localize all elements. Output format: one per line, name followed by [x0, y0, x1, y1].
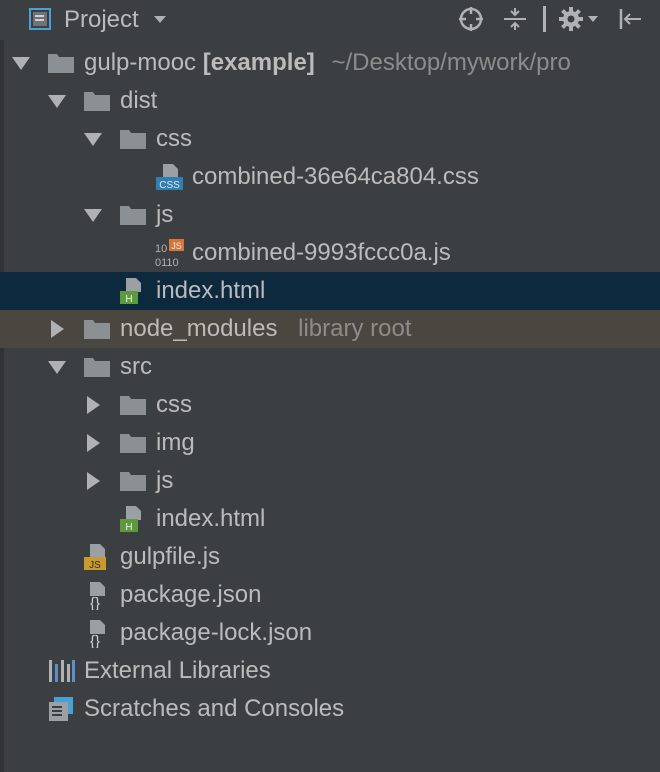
css-file-icon: CSS: [156, 164, 183, 191]
tree-node-root[interactable]: gulp-mooc [example] ~/Desktop/mywork/pro: [0, 44, 660, 82]
expand-arrow-icon[interactable]: [46, 90, 68, 112]
svg-text:CSS: CSS: [159, 180, 180, 191]
expand-arrow-icon[interactable]: [82, 470, 104, 492]
folder-icon: [118, 124, 148, 154]
tree-node-src[interactable]: src: [0, 348, 660, 386]
tree-node-label: gulp-mooc [example] ~/Desktop/mywork/pro: [84, 49, 571, 77]
collapse-all-icon[interactable]: [500, 4, 530, 34]
tree-node-external-libraries[interactable]: External Libraries: [0, 652, 660, 690]
tree-node-label: Scratches and Consoles: [84, 695, 345, 722]
project-view-icon: [28, 7, 54, 38]
tree-node-dist-css[interactable]: css: [0, 120, 660, 158]
minified-js-file-icon: 10 0110 JS: [155, 239, 184, 268]
hide-panel-icon[interactable]: [614, 4, 644, 34]
folder-icon: [118, 466, 148, 496]
expand-arrow-icon[interactable]: [82, 204, 104, 226]
html-file-icon: H: [120, 278, 141, 305]
svg-text:H: H: [125, 522, 132, 533]
tree-node-css-file[interactable]: CSS combined-36e64ca804.css: [0, 158, 660, 196]
library-root-hint: library root: [298, 315, 412, 342]
tree-node-label: package-lock.json: [120, 619, 313, 646]
tree-node-dist[interactable]: dist: [0, 82, 660, 120]
expand-arrow-icon[interactable]: [82, 394, 104, 416]
svg-text:H: H: [125, 294, 132, 305]
expand-arrow-icon[interactable]: [46, 318, 68, 340]
tree-node-dist-js[interactable]: js: [0, 196, 660, 234]
folder-icon: [118, 200, 148, 230]
svg-text:0110: 0110: [155, 257, 179, 268]
folder-icon: [82, 86, 112, 116]
toolbar-separator: [542, 4, 546, 34]
tree-node-package-json[interactable]: {} package.json: [0, 576, 660, 614]
project-view-selector[interactable]: Project: [28, 4, 167, 36]
tree-node-label: External Libraries: [84, 657, 271, 684]
dropdown-caret-icon: [153, 11, 167, 29]
folder-icon: [82, 352, 112, 382]
tree-node-dist-index[interactable]: H index.html: [0, 272, 660, 310]
tree-node-package-lock-json[interactable]: {} package-lock.json: [0, 614, 660, 652]
tree-node-label: js: [156, 201, 174, 228]
module-name: [example]: [202, 49, 315, 76]
tree-node-scratches[interactable]: Scratches and Consoles: [0, 690, 660, 728]
expand-arrow-icon[interactable]: [46, 356, 68, 378]
tree-node-js-file[interactable]: 10 0110 JS combined-9993fccc0a.js: [0, 234, 660, 272]
js-file-icon: JS: [84, 544, 106, 571]
tree-node-label: img: [156, 429, 195, 456]
project-toolbar: Project: [0, 0, 660, 40]
library-icon: [49, 660, 75, 682]
tree-node-label: node_modules library root: [120, 315, 412, 343]
svg-text:JS: JS: [171, 241, 182, 251]
expand-arrow-icon[interactable]: [82, 432, 104, 454]
json-file-icon: {}: [90, 582, 105, 610]
folder-icon: [82, 314, 112, 344]
json-file-icon: {}: [90, 620, 105, 648]
folder-icon: [118, 390, 148, 420]
tree-node-gulpfile[interactable]: JS gulpfile.js: [0, 538, 660, 576]
svg-text:{}: {}: [90, 633, 100, 648]
tree-node-label: dist: [120, 87, 158, 114]
svg-text:{}: {}: [90, 595, 100, 610]
tree-node-label: combined-9993fccc0a.js: [192, 239, 451, 266]
tree-node-label: css: [156, 391, 192, 418]
root-path: ~/Desktop/mywork/pro: [331, 49, 571, 76]
tree-node-src-js[interactable]: js: [0, 462, 660, 500]
gear-icon[interactable]: [558, 4, 602, 34]
svg-text:JS: JS: [89, 560, 101, 571]
folder-icon: [46, 48, 76, 78]
tree-node-label: combined-36e64ca804.css: [192, 163, 479, 190]
tree-node-label: package.json: [120, 581, 262, 608]
html-file-icon: H: [120, 506, 141, 533]
tree-node-label: css: [156, 125, 192, 152]
tree-node-label: src: [120, 353, 152, 380]
tree-node-src-css[interactable]: css: [0, 386, 660, 424]
expand-arrow-icon[interactable]: [82, 128, 104, 150]
tree-node-src-img[interactable]: img: [0, 424, 660, 462]
folder-icon: [118, 428, 148, 458]
project-tree: gulp-mooc [example] ~/Desktop/mywork/pro…: [0, 44, 660, 728]
tree-node-label: js: [156, 467, 174, 494]
tree-node-node-modules[interactable]: node_modules library root: [0, 310, 660, 348]
tree-node-src-index[interactable]: H index.html: [0, 500, 660, 538]
root-name: gulp-mooc: [84, 49, 197, 76]
expand-arrow-icon[interactable]: [10, 52, 32, 74]
scratches-icon: [49, 697, 73, 721]
locate-icon[interactable]: [456, 4, 486, 34]
tree-node-label: index.html: [156, 505, 266, 532]
svg-text:10: 10: [155, 243, 167, 255]
tree-node-label: gulpfile.js: [120, 543, 221, 570]
tree-node-label: index.html: [156, 277, 266, 304]
project-view-title: Project: [64, 6, 139, 33]
node-modules-name: node_modules: [120, 315, 278, 342]
